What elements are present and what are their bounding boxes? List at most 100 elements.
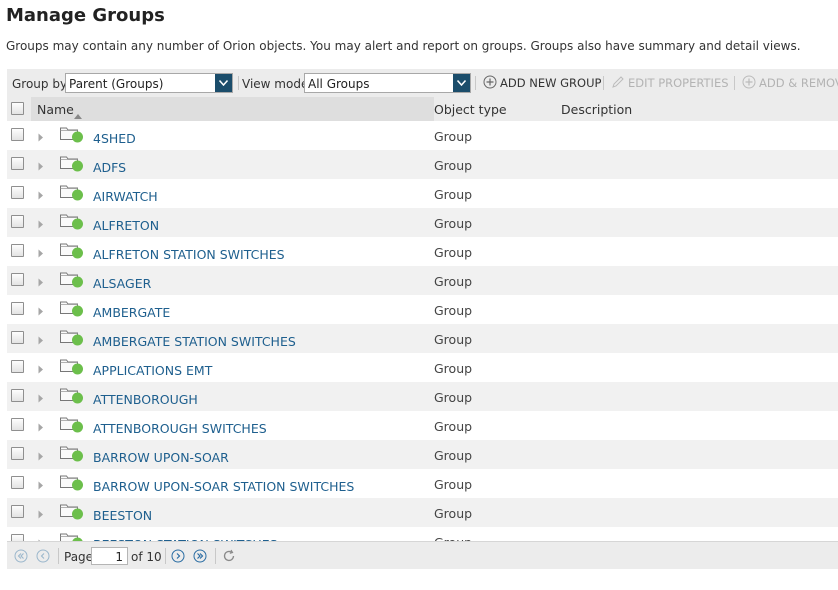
- expand-arrow-icon[interactable]: [38, 246, 44, 261]
- expand-arrow-icon[interactable]: [38, 275, 44, 290]
- group-name-link[interactable]: AIRWATCH: [93, 189, 158, 204]
- table-row[interactable]: APPLICATIONS EMT Group: [7, 353, 838, 382]
- plus-circle-icon: [742, 75, 756, 92]
- group-by-select[interactable]: Parent (Groups): [65, 73, 233, 93]
- expand-arrow-icon[interactable]: [38, 478, 44, 493]
- table-row[interactable]: AMBERGATE STATION SWITCHES Group: [7, 324, 838, 353]
- object-type-cell: Group: [434, 245, 473, 260]
- table-row[interactable]: BARROW UPON-SOAR Group: [7, 440, 838, 469]
- expand-arrow-icon[interactable]: [38, 304, 44, 319]
- status-up-icon: [72, 421, 83, 433]
- object-type-cell: Group: [434, 303, 473, 318]
- row-checkbox[interactable]: [11, 128, 24, 141]
- select-all-checkbox[interactable]: [11, 102, 24, 115]
- object-type-cell: Group: [434, 216, 473, 231]
- edit-properties-button[interactable]: EDIT PROPERTIES: [611, 75, 733, 91]
- first-page-button[interactable]: [14, 549, 28, 563]
- status-up-icon: [72, 334, 83, 346]
- row-checkbox[interactable]: [11, 447, 24, 460]
- group-name-link[interactable]: AMBERGATE STATION SWITCHES: [93, 334, 296, 349]
- pencil-icon: [611, 75, 625, 92]
- expand-arrow-icon[interactable]: [38, 217, 44, 232]
- row-checkbox[interactable]: [11, 389, 24, 402]
- table-row[interactable]: BEESTON Group: [7, 498, 838, 527]
- table-row[interactable]: ADFS Group: [7, 150, 838, 179]
- status-up-icon: [72, 508, 83, 520]
- group-name-link[interactable]: APPLICATIONS EMT: [93, 363, 212, 378]
- page-number-input[interactable]: [91, 547, 128, 565]
- row-checkbox[interactable]: [11, 476, 24, 489]
- column-object-type-label: Object type: [434, 102, 507, 117]
- view-mode-select[interactable]: All Groups: [304, 73, 471, 93]
- expand-arrow-icon[interactable]: [38, 420, 44, 435]
- table-row[interactable]: 4SHED Group: [7, 121, 838, 150]
- table-row[interactable]: ATTENBOROUGH SWITCHES Group: [7, 411, 838, 440]
- group-name-link[interactable]: ALFRETON STATION SWITCHES: [93, 247, 285, 262]
- last-page-button[interactable]: [193, 549, 207, 563]
- row-checkbox[interactable]: [11, 302, 24, 315]
- row-checkbox[interactable]: [11, 534, 24, 541]
- object-type-cell: Group: [434, 390, 473, 405]
- group-name-link[interactable]: 4SHED: [93, 131, 136, 146]
- column-header-name[interactable]: Name: [31, 97, 434, 121]
- folder-icon: [59, 386, 85, 407]
- add-new-group-button[interactable]: ADD NEW GROUP: [483, 75, 601, 91]
- toolbar-divider: [603, 76, 604, 90]
- table-row[interactable]: AIRWATCH Group: [7, 179, 838, 208]
- row-checkbox[interactable]: [11, 273, 24, 286]
- group-name-link[interactable]: ADFS: [93, 160, 126, 175]
- pager-divider: [165, 548, 166, 564]
- table-row[interactable]: ALFRETON Group: [7, 208, 838, 237]
- group-name-link[interactable]: BEESTON: [93, 508, 152, 523]
- expand-arrow-icon[interactable]: [38, 333, 44, 348]
- row-checkbox[interactable]: [11, 244, 24, 257]
- group-by-value: Parent (Groups): [69, 77, 164, 91]
- groups-grid: Name Object type Description 4SHED Group A…: [7, 97, 838, 541]
- expand-arrow-icon[interactable]: [38, 507, 44, 522]
- add-remove-button[interactable]: ADD & REMOVE: [742, 75, 838, 91]
- row-checkbox[interactable]: [11, 360, 24, 373]
- row-checkbox[interactable]: [11, 186, 24, 199]
- group-name-link[interactable]: ATTENBOROUGH SWITCHES: [93, 421, 267, 436]
- column-header-description[interactable]: Description: [561, 97, 831, 121]
- status-up-icon: [72, 479, 83, 491]
- table-row[interactable]: ATTENBOROUGH Group: [7, 382, 838, 411]
- row-checkbox[interactable]: [11, 418, 24, 431]
- row-checkbox[interactable]: [11, 505, 24, 518]
- next-page-button[interactable]: [171, 549, 185, 563]
- table-row[interactable]: ALSAGER Group: [7, 266, 838, 295]
- prev-page-button[interactable]: [36, 549, 50, 563]
- group-name-link[interactable]: ALSAGER: [93, 276, 151, 291]
- status-up-icon: [72, 160, 83, 172]
- table-row[interactable]: BARROW UPON-SOAR STATION SWITCHES Group: [7, 469, 838, 498]
- expand-arrow-icon[interactable]: [38, 130, 44, 145]
- table-row[interactable]: AMBERGATE Group: [7, 295, 838, 324]
- chevron-left-icon: [36, 549, 50, 563]
- page-label: Page: [64, 550, 94, 564]
- table-row[interactable]: ALFRETON STATION SWITCHES Group: [7, 237, 838, 266]
- row-checkbox[interactable]: [11, 157, 24, 170]
- row-checkbox[interactable]: [11, 331, 24, 344]
- group-name-link[interactable]: BARROW UPON-SOAR STATION SWITCHES: [93, 479, 354, 494]
- refresh-button[interactable]: [222, 549, 236, 563]
- group-name-link[interactable]: ALFRETON: [93, 218, 159, 233]
- row-checkbox[interactable]: [11, 215, 24, 228]
- folder-icon: [59, 444, 85, 465]
- column-name-label: Name: [37, 102, 74, 117]
- expand-arrow-icon[interactable]: [38, 362, 44, 377]
- expand-arrow-icon[interactable]: [38, 159, 44, 174]
- group-name-link[interactable]: BARROW UPON-SOAR: [93, 450, 229, 465]
- group-name-link[interactable]: AMBERGATE: [93, 305, 170, 320]
- table-row[interactable]: BEESTON STATION SWITCHESGroup: [7, 527, 838, 541]
- chevron-down-icon[interactable]: [453, 74, 470, 92]
- expand-arrow-icon[interactable]: [38, 449, 44, 464]
- column-description-label: Description: [561, 102, 633, 117]
- expand-arrow-icon[interactable]: [38, 391, 44, 406]
- pager-divider: [215, 548, 216, 564]
- folder-icon: [59, 328, 85, 349]
- expand-arrow-icon[interactable]: [38, 188, 44, 203]
- group-name-link[interactable]: ATTENBOROUGH: [93, 392, 198, 407]
- column-header-object-type[interactable]: Object type: [434, 97, 561, 121]
- chevron-down-icon[interactable]: [215, 74, 232, 92]
- edit-properties-label: EDIT PROPERTIES: [628, 76, 729, 90]
